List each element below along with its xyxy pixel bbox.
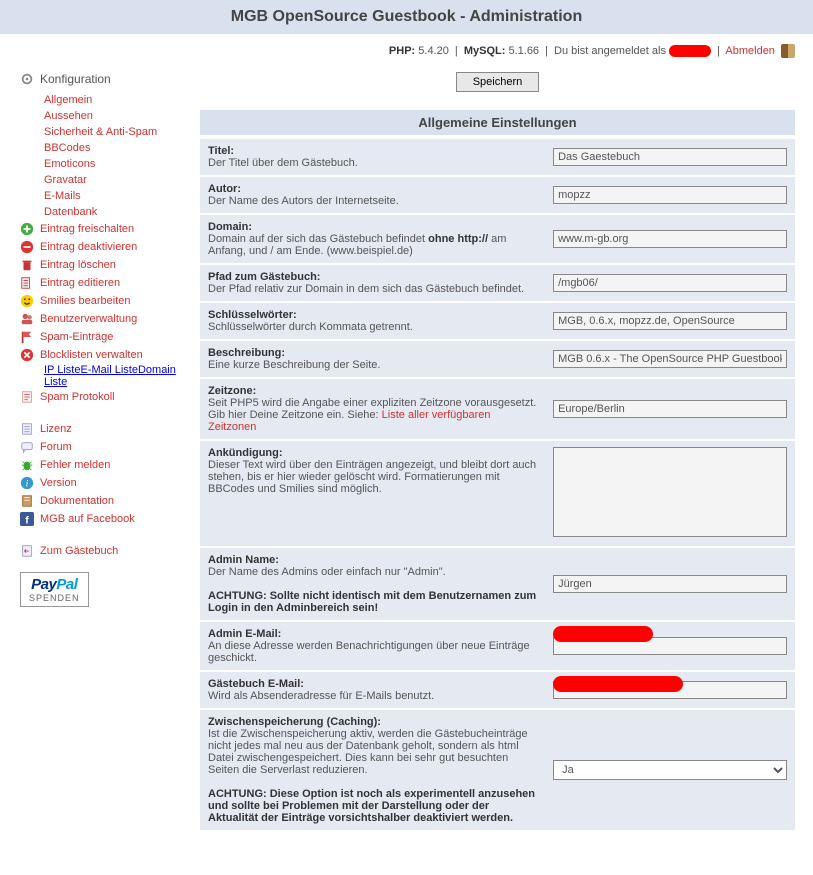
ankuendigung-textarea[interactable] xyxy=(553,447,787,537)
sidebar-eintrag-l-schen[interactable]: Eintrag löschen xyxy=(20,256,200,274)
sidebar-config-e-mails[interactable]: E-Mails xyxy=(44,188,200,204)
fb-icon xyxy=(20,512,34,526)
sidebar-smilies-bearbeiten[interactable]: Smilies bearbeiten xyxy=(20,292,200,310)
flag-icon xyxy=(20,330,34,344)
info-icon xyxy=(20,476,34,490)
sidebar-config-sicherheit-anti-spam[interactable]: Sicherheit & Anti-Spam xyxy=(44,124,200,140)
sidebar-config-bbcodes[interactable]: BBCodes xyxy=(44,140,200,156)
sidebar-lizenz[interactable]: Lizenz xyxy=(20,420,200,438)
bug-icon xyxy=(20,458,34,472)
users-icon xyxy=(20,312,34,326)
titel-input[interactable] xyxy=(553,148,787,166)
minus-red-icon xyxy=(20,240,34,254)
save-button[interactable]: Speichern xyxy=(456,72,540,92)
status-bar: PHP: 5.4.20 | MySQL: 5.1.66 | Du bist an… xyxy=(0,34,813,72)
sidebar-benutzerverwaltung[interactable]: Benutzerverwaltung xyxy=(20,310,200,328)
trash-icon xyxy=(20,258,34,272)
admin-name-input[interactable] xyxy=(553,575,787,593)
paypal-donate-button[interactable]: PayPal SPENDEN xyxy=(20,572,89,607)
sidebar-forum[interactable]: Forum xyxy=(20,438,200,456)
sidebar-config-gravatar[interactable]: Gravatar xyxy=(44,172,200,188)
cache-select[interactable]: Ja xyxy=(553,760,787,780)
edit-icon xyxy=(20,276,34,290)
page-header: MGB OpenSource Guestbook - Administratio… xyxy=(0,0,813,34)
sidebar-dokumentation[interactable]: Dokumentation xyxy=(20,492,200,510)
book-icon xyxy=(20,494,34,508)
sidebar-spam-protokoll[interactable]: Spam Protokoll xyxy=(20,388,200,406)
sidebar-config-allgemein[interactable]: Allgemein xyxy=(44,92,200,108)
logout-icon xyxy=(781,44,795,58)
sidebar-config-head: Konfiguration xyxy=(20,72,200,86)
sidebar-blocklist-ip-liste[interactable]: IP Liste xyxy=(44,364,81,376)
sidebar-config-emoticons[interactable]: Emoticons xyxy=(44,156,200,172)
domain-input[interactable] xyxy=(553,230,787,248)
sidebar-spam-eintr-ge[interactable]: Spam-Einträge xyxy=(20,328,200,346)
sidebar-fehler-melden[interactable]: Fehler melden xyxy=(20,456,200,474)
sidebar-back-to-guestbook[interactable]: Zum Gästebuch xyxy=(20,542,200,560)
smile-icon xyxy=(20,294,34,308)
section-title: Allgemeine Einstellungen xyxy=(200,110,795,135)
sidebar-blocklist-e-mail-liste[interactable]: E-Mail Liste xyxy=(81,364,138,376)
x-red-icon xyxy=(20,348,34,362)
forum-icon xyxy=(20,440,34,454)
pfad-input[interactable] xyxy=(553,274,787,292)
plus-green-icon xyxy=(20,222,34,236)
sidebar-eintrag-freischalten[interactable]: Eintrag freischalten xyxy=(20,220,200,238)
zeitzone-input[interactable] xyxy=(553,400,787,418)
username-redacted xyxy=(669,45,711,57)
sidebar-blocklisten-verwalten[interactable]: Blocklisten verwalten xyxy=(20,346,200,364)
gb-email-redacted xyxy=(553,676,683,692)
sidebar-config-aussehen[interactable]: Aussehen xyxy=(44,108,200,124)
back-icon xyxy=(20,544,34,558)
sidebar-eintrag-editieren[interactable]: Eintrag editieren xyxy=(20,274,200,292)
sidebar-version[interactable]: Version xyxy=(20,474,200,492)
sidebar-eintrag-deaktivieren[interactable]: Eintrag deaktivieren xyxy=(20,238,200,256)
autor-input[interactable] xyxy=(553,186,787,204)
keywords-input[interactable] xyxy=(553,312,787,330)
logout-link[interactable]: Abmelden xyxy=(725,45,775,57)
sidebar: Konfiguration AllgemeinAussehenSicherhei… xyxy=(0,72,200,832)
sidebar-mgb-auf-facebook[interactable]: MGB auf Facebook xyxy=(20,510,200,528)
sidebar-config-datenbank[interactable]: Datenbank xyxy=(44,204,200,220)
gear-icon xyxy=(20,72,34,86)
admin-email-redacted xyxy=(553,626,653,642)
log-icon xyxy=(20,390,34,404)
page-title: MGB OpenSource Guestbook - Administratio… xyxy=(0,8,813,26)
beschreibung-input[interactable] xyxy=(553,350,787,368)
doc-icon xyxy=(20,422,34,436)
